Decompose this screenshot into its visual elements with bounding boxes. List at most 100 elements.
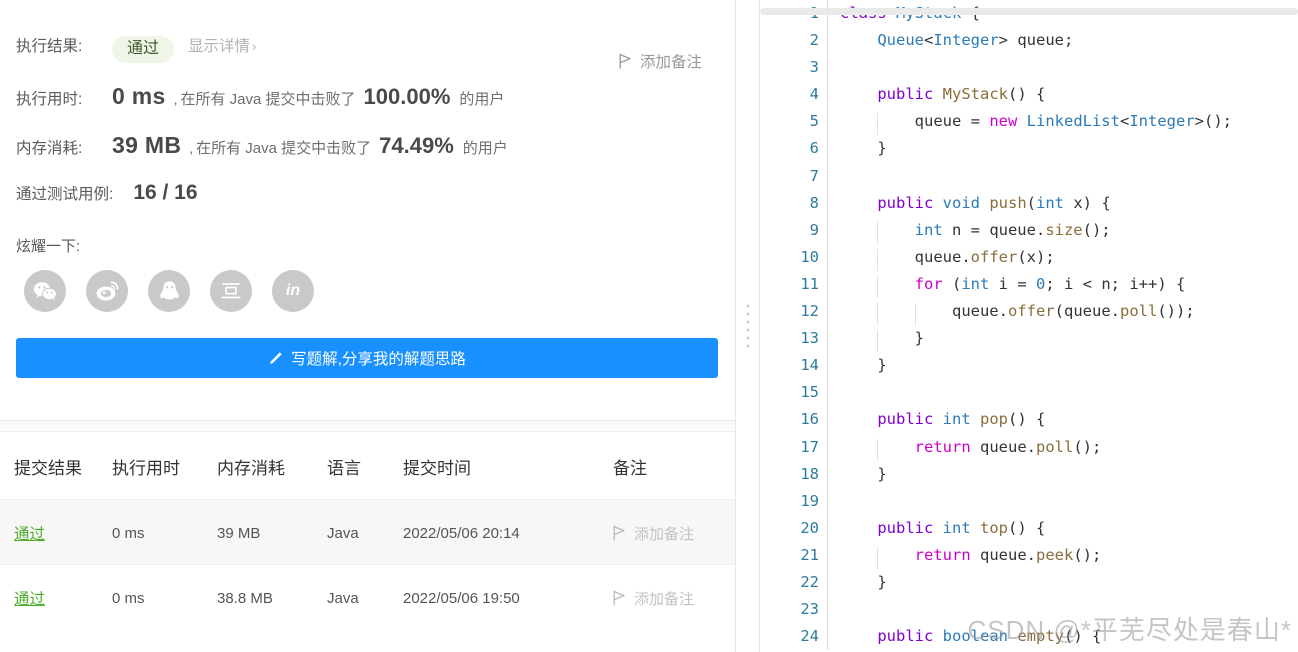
add-note-label: 添加备注 [639, 54, 702, 71]
code-text[interactable]: public int pop() { [827, 406, 1298, 434]
write-solution-label: 写题解,分享我的解题思路 [291, 351, 466, 368]
table-row[interactable]: 通过 0 ms 39 MB Java 2022/05/06 20:14 添加备注 [0, 499, 735, 565]
code-text[interactable]: } [827, 135, 1298, 163]
panel-resize-handle[interactable] [746, 304, 749, 348]
code-text[interactable]: public int top() { [827, 514, 1298, 542]
row-add-note-button[interactable]: 添加备注 [613, 523, 735, 544]
code-token: int [914, 220, 943, 239]
code-text[interactable]: queue = new LinkedList<Integer>(); [827, 108, 1298, 136]
code-token: poll [1035, 437, 1074, 456]
row-add-note-button[interactable]: 添加备注 [613, 588, 735, 609]
line-number: 3 [809, 58, 819, 77]
runtime-percentile: 100.00% [363, 84, 451, 109]
code-text[interactable]: return queue.peek(); [827, 541, 1298, 569]
code-text[interactable]: return queue.poll(); [827, 433, 1298, 461]
code-line: 17 return queue.poll(); [760, 433, 1298, 461]
code-text[interactable]: queue.offer(x); [827, 243, 1298, 271]
code-text[interactable]: queue.offer(queue.poll()); [827, 298, 1298, 326]
code-token: queue = [914, 112, 990, 131]
code-text[interactable]: } [827, 568, 1298, 597]
code-line: 7 [760, 162, 1298, 190]
code-token: public [877, 518, 934, 537]
code-text[interactable] [827, 54, 1298, 82]
code-line: 16 public int pop() { [760, 406, 1298, 434]
code-horizontal-scrollbar[interactable] [760, 8, 1298, 15]
indent-guide [877, 303, 915, 326]
linkedin-icon[interactable]: in [272, 270, 314, 312]
memory-comma: , [189, 140, 194, 156]
line-number: 9 [809, 220, 819, 239]
code-text[interactable]: int n = queue.size(); [827, 216, 1298, 244]
runtime-users-text: 的用户 [459, 91, 505, 108]
code-text[interactable] [827, 162, 1298, 190]
code-token: () { [1008, 85, 1046, 104]
indent-guide [877, 275, 915, 298]
code-token: MyStack [942, 85, 1008, 104]
submission-status-link[interactable]: 通过 [14, 526, 45, 543]
code-line: 11 for (int i = 0; i < n; i++) { [760, 270, 1298, 299]
weibo-icon[interactable] [86, 270, 128, 312]
table-row[interactable]: 通过 0 ms 38.8 MB Java 2022/05/06 19:50 添加… [0, 564, 735, 629]
code-token: LinkedList [1026, 112, 1120, 131]
table-header-row: 提交结果 执行用时 内存消耗 语言 提交时间 备注 [0, 432, 735, 500]
code-text[interactable]: for (int i = 0; i < n; i++) { [827, 270, 1298, 299]
code-text[interactable] [827, 487, 1298, 515]
code-token: () { [1008, 518, 1046, 537]
line-number: 12 [800, 302, 819, 321]
code-text[interactable]: } [827, 325, 1298, 353]
code-token: () { [1008, 410, 1046, 429]
code-line: 15 [760, 379, 1298, 407]
code-editor[interactable]: 1class MyStack {2 Queue<Integer> queue;3… [760, 0, 1298, 652]
code-line: 5 queue = new LinkedList<Integer>(); [760, 108, 1298, 136]
linkedin-label: in [285, 282, 301, 299]
indent-guide [877, 546, 915, 569]
chevron-right-icon[interactable]: › [252, 39, 256, 54]
code-line: 23 [760, 596, 1298, 624]
qq-icon[interactable] [148, 270, 190, 312]
code-token: (); [1073, 545, 1102, 564]
handle-dot [746, 320, 749, 324]
code-text[interactable]: public boolean empty() { [827, 623, 1298, 651]
handle-dot [746, 312, 749, 316]
code-token: public [877, 410, 934, 429]
code-token: int [961, 274, 990, 293]
code-token: } [840, 464, 887, 483]
flag-icon [613, 525, 626, 541]
code-text[interactable]: } [827, 460, 1298, 488]
write-solution-button[interactable]: 写题解,分享我的解题思路 [16, 338, 718, 378]
code-line: 20 public int top() { [760, 514, 1298, 542]
show-detail-link[interactable]: 显示详情 [188, 34, 250, 56]
cell-note: 添加备注 [613, 564, 735, 629]
douban-icon[interactable] [210, 270, 252, 312]
col-header-memory: 内存消耗 [217, 432, 327, 500]
code-token: queue. [951, 302, 1008, 321]
submission-status-link[interactable]: 通过 [14, 591, 45, 608]
code-text[interactable]: public MyStack() { [827, 81, 1298, 109]
memory-row: 内存消耗: 39 MB , 在所有 Java 提交中击败了 74.49% 的用户 [16, 132, 735, 159]
wechat-icon[interactable] [24, 270, 66, 312]
code-text[interactable] [827, 596, 1298, 624]
line-number: 22 [800, 572, 819, 591]
pencil-icon [268, 351, 283, 366]
panel-divider[interactable] [735, 0, 760, 652]
col-header-note: 备注 [613, 432, 735, 500]
scrollbar-thumb[interactable] [760, 8, 1298, 15]
handle-dot [746, 304, 749, 308]
line-number: 20 [800, 518, 819, 537]
code-text[interactable]: public void push(int x) { [827, 189, 1298, 217]
add-note-button[interactable]: 添加备注 [619, 50, 702, 72]
code-text[interactable]: Queue<Integer> queue; [827, 27, 1298, 55]
code-text[interactable] [827, 379, 1298, 407]
indent-guide [877, 330, 915, 353]
code-text[interactable]: } [827, 352, 1298, 380]
